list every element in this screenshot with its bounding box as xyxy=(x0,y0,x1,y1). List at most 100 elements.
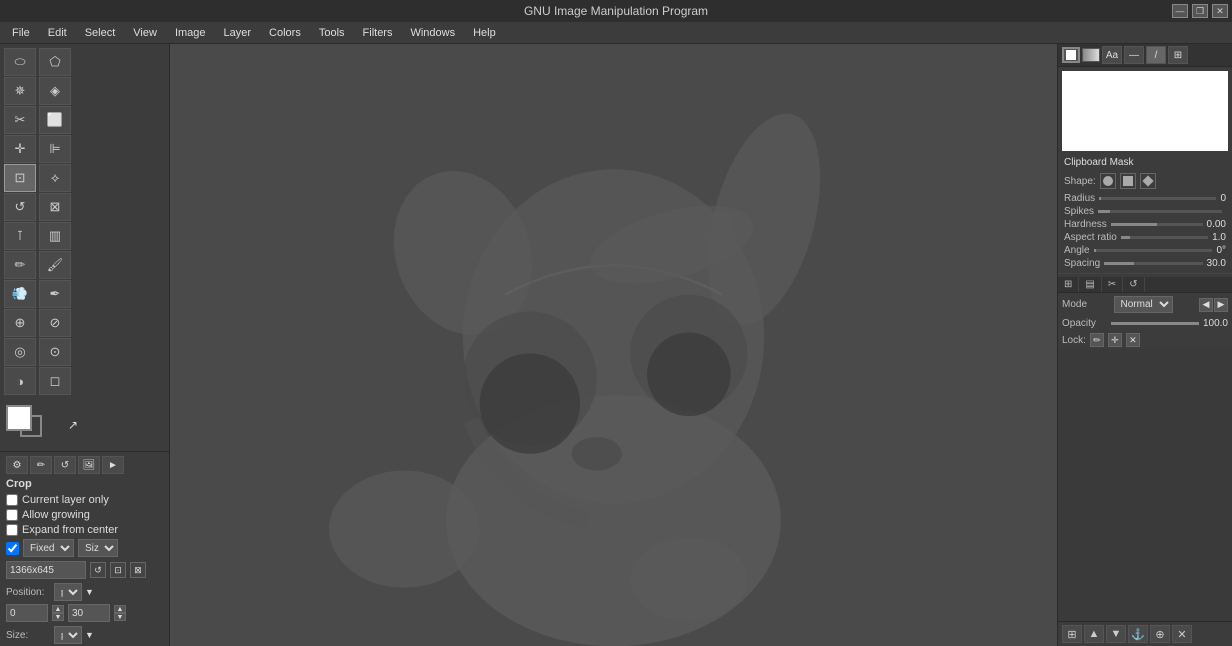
blend-tool[interactable]: ▥ xyxy=(39,222,71,250)
tab-channels[interactable]: ▤ xyxy=(1079,277,1101,292)
panel-tab-more[interactable]: ⊞ xyxy=(1168,46,1188,64)
menu-edit[interactable]: Edit xyxy=(40,25,75,41)
dodge-tool[interactable]: ◑ xyxy=(4,367,36,395)
position-unit-select[interactable]: px xyxy=(54,583,82,601)
menu-colors[interactable]: Colors xyxy=(261,25,309,41)
transform-tool[interactable]: ⟡ xyxy=(39,164,71,192)
tool-options-tab-tool[interactable]: ⚙ xyxy=(6,456,28,474)
clone-tool[interactable]: ⊕ xyxy=(4,309,36,337)
position-y-down[interactable]: ▼ xyxy=(114,613,126,621)
warp-tool[interactable]: ↺ xyxy=(4,193,36,221)
paint-tool[interactable]: 🖌 xyxy=(39,251,71,279)
panel-tab-color[interactable] xyxy=(1062,47,1080,63)
eraser-tool[interactable]: ◻ xyxy=(39,367,71,395)
panel-tab-brush[interactable]: / xyxy=(1146,46,1166,64)
handle-tool[interactable]: ⊠ xyxy=(39,193,71,221)
size-icon2[interactable]: ⊠ xyxy=(130,562,146,578)
mode-next-button[interactable]: ▶ xyxy=(1214,298,1228,312)
shape-square-button[interactable] xyxy=(1120,173,1136,189)
aspect-ratio-slider[interactable] xyxy=(1121,236,1208,239)
menu-image[interactable]: Image xyxy=(167,25,214,41)
size-unit-select[interactable]: px xyxy=(54,626,82,644)
delete-layer-button[interactable]: ✕ xyxy=(1172,625,1192,643)
position-y-up[interactable]: ▲ xyxy=(114,605,126,613)
free-select-tool[interactable]: ⬠ xyxy=(39,48,71,76)
canvas-area[interactable] xyxy=(170,44,1057,646)
expand-from-center-row: Expand from center xyxy=(6,524,163,536)
new-layer-button[interactable]: ⊞ xyxy=(1062,625,1082,643)
foreground-color[interactable] xyxy=(6,405,32,431)
fuzzy-select-tool[interactable]: ✵ xyxy=(4,77,36,105)
menu-filters[interactable]: Filters xyxy=(355,25,401,41)
menu-select[interactable]: Select xyxy=(77,25,124,41)
menu-file[interactable]: File xyxy=(4,25,38,41)
collapse-options[interactable]: ► xyxy=(102,456,124,474)
iscissors-tool[interactable]: ✂ xyxy=(4,106,36,134)
lock-alpha-button[interactable]: ✕ xyxy=(1126,333,1140,347)
bucket-fill-tool[interactable]: ⊺ xyxy=(4,222,36,250)
radius-slider[interactable] xyxy=(1099,197,1216,200)
menu-tools[interactable]: Tools xyxy=(311,25,353,41)
panel-tab-line[interactable]: — xyxy=(1124,46,1144,64)
lock-position-button[interactable]: ✛ xyxy=(1108,333,1122,347)
pencil-tool[interactable]: ✏ xyxy=(4,251,36,279)
heal-tool[interactable]: ⊘ xyxy=(39,309,71,337)
size-icon1[interactable]: ⊡ xyxy=(110,562,126,578)
blur-tool[interactable]: ◎ xyxy=(4,338,36,366)
reset-size-button[interactable]: ↺ xyxy=(90,562,106,578)
rect-select-tool[interactable]: ⬜ xyxy=(39,106,71,134)
canvas-image xyxy=(170,44,1057,646)
tool-options-tab-paint[interactable]: ✏ xyxy=(30,456,52,474)
close-button[interactable]: ✕ xyxy=(1212,4,1228,18)
size-unit-arrow[interactable]: ▼ xyxy=(85,630,94,640)
tab-undo[interactable]: ↺ xyxy=(1123,277,1144,292)
menu-layer[interactable]: Layer xyxy=(216,25,260,41)
shape-diamond-button[interactable] xyxy=(1140,173,1156,189)
menu-view[interactable]: View xyxy=(125,25,165,41)
ellipse-select-tool[interactable]: ⬭ xyxy=(4,48,36,76)
expand-from-center-checkbox[interactable] xyxy=(6,524,18,536)
fixed-size-select[interactable]: Size xyxy=(78,539,118,557)
smudge-tool[interactable]: ⊙ xyxy=(39,338,71,366)
spacing-slider[interactable] xyxy=(1104,262,1202,265)
fixed-type-select[interactable]: Fixed xyxy=(23,539,74,557)
position-x-up[interactable]: ▲ xyxy=(52,605,64,613)
fixed-checkbox[interactable] xyxy=(6,542,19,555)
spikes-slider[interactable] xyxy=(1098,210,1222,213)
lock-pixels-button[interactable]: ✏ xyxy=(1090,333,1104,347)
shape-circle-button[interactable] xyxy=(1100,173,1116,189)
tab-layers[interactable]: ⊞ xyxy=(1058,277,1079,292)
tab-paths[interactable]: ✂ xyxy=(1102,277,1123,292)
lower-layer-button[interactable]: ▼ xyxy=(1106,625,1126,643)
panel-tab-font[interactable]: Aa xyxy=(1102,46,1122,64)
ink-tool[interactable]: ✒ xyxy=(39,280,71,308)
hardness-slider[interactable] xyxy=(1111,223,1203,226)
mode-select[interactable]: Normal xyxy=(1114,296,1173,313)
size-value-input[interactable] xyxy=(6,561,86,579)
tool-options-tab-img[interactable]: 🖼 xyxy=(78,456,100,474)
mode-prev-button[interactable]: ◀ xyxy=(1199,298,1213,312)
allow-growing-checkbox[interactable] xyxy=(6,509,18,521)
position-x-input[interactable] xyxy=(6,604,48,622)
raise-layer-button[interactable]: ▲ xyxy=(1084,625,1104,643)
opacity-slider[interactable] xyxy=(1111,322,1199,325)
move-tool[interactable]: ✛ xyxy=(4,135,36,163)
airbrush-tool[interactable]: 💨 xyxy=(4,280,36,308)
tool-options-tab-history[interactable]: ↺ xyxy=(54,456,76,474)
swap-colors-icon[interactable]: ↗ xyxy=(68,418,78,432)
position-unit-arrow[interactable]: ▼ xyxy=(85,587,94,597)
by-color-select-tool[interactable]: ◈ xyxy=(39,77,71,105)
panel-tab-gradient[interactable] xyxy=(1082,48,1100,62)
position-y-input[interactable] xyxy=(68,604,110,622)
merge-layer-button[interactable]: ⊕ xyxy=(1150,625,1170,643)
menu-windows[interactable]: Windows xyxy=(402,25,463,41)
align-tool[interactable]: ⊫ xyxy=(39,135,71,163)
angle-slider[interactable] xyxy=(1094,249,1213,252)
minimize-button[interactable]: — xyxy=(1172,4,1188,18)
position-x-down[interactable]: ▼ xyxy=(52,613,64,621)
crop-tool[interactable]: ⊡ xyxy=(4,164,36,192)
current-layer-only-checkbox[interactable] xyxy=(6,494,18,506)
restore-button[interactable]: ❐ xyxy=(1192,4,1208,18)
anchor-layer-button[interactable]: ⚓ xyxy=(1128,625,1148,643)
menu-help[interactable]: Help xyxy=(465,25,504,41)
